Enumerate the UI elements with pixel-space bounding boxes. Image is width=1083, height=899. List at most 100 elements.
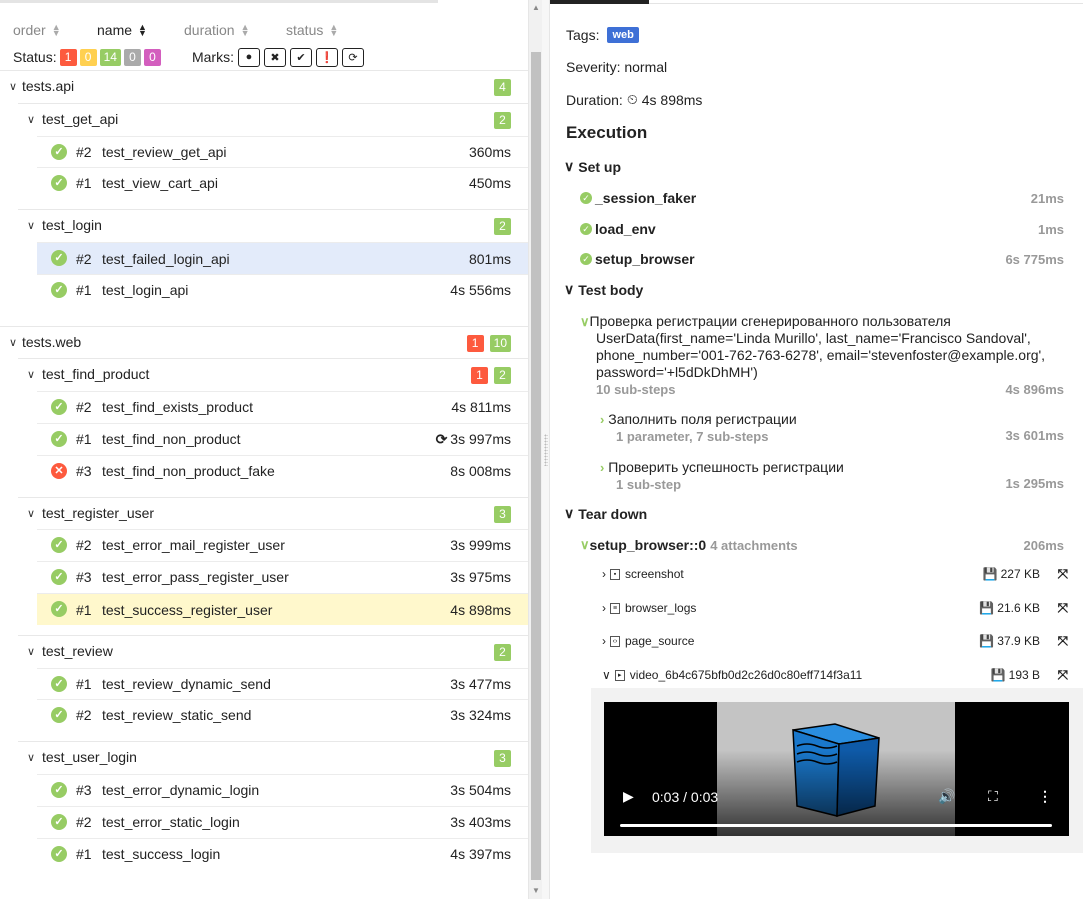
passed-icon: ✓ bbox=[51, 175, 67, 191]
chevron-right-icon: › bbox=[602, 634, 606, 648]
tags-label: Tags: bbox=[566, 27, 600, 43]
check-circle-icon[interactable]: ✔ bbox=[289, 47, 312, 67]
test-row[interactable]: ✓ #2 test_failed_login_api 801ms bbox=[37, 242, 528, 274]
passed-icon: ✓ bbox=[580, 192, 592, 204]
group-test-user-login[interactable]: ∨ test_user_login bbox=[24, 747, 137, 767]
attachment-row[interactable]: › ≡ browser_logs 💾 21.6 KB ⤧ bbox=[602, 598, 1068, 618]
test-row[interactable]: ✓ #2 test_review_get_api 360ms bbox=[37, 136, 528, 167]
passed-icon: ✓ bbox=[51, 814, 67, 830]
pane-splitter[interactable] bbox=[542, 0, 550, 899]
marks-label: Marks: bbox=[191, 49, 234, 65]
execution-title: Execution bbox=[566, 123, 648, 142]
status-broken-toggle[interactable]: 0 bbox=[79, 48, 97, 66]
expand-icon[interactable]: ⤧ bbox=[1058, 667, 1068, 683]
retries-icon: ⟳ bbox=[435, 430, 448, 447]
attachment-row[interactable]: › ‹› page_source 💾 37.9 KB ⤧ bbox=[602, 631, 1068, 651]
body-step[interactable]: ∨Проверка регистрации сгенерированного п… bbox=[580, 313, 1066, 398]
test-row[interactable]: ✓ #3 test_error_pass_register_user 3s 97… bbox=[37, 561, 528, 592]
save-icon[interactable]: 💾 bbox=[979, 634, 994, 648]
group-count-badge: 2 bbox=[494, 112, 511, 129]
sort-status[interactable]: status ▲ ▼ bbox=[286, 20, 338, 40]
teardown-section[interactable]: ∨ Tear down bbox=[564, 505, 647, 522]
status-passed-toggle[interactable]: 14 bbox=[99, 48, 121, 66]
scroll-down-icon[interactable]: ▼ bbox=[532, 886, 540, 895]
group-tests-api[interactable]: ∨ tests.api bbox=[6, 76, 74, 96]
code-file-icon: ‹› bbox=[610, 635, 620, 647]
sub-step[interactable]: › Проверить успешность регистрации 1 sub… bbox=[600, 459, 1066, 493]
passed-icon: ✓ bbox=[51, 431, 67, 447]
attachment-row[interactable]: ∨ ▸ video_6b4c675bfb0d2c26d0c80eff714f3a… bbox=[602, 665, 1068, 685]
expand-icon[interactable]: ⤧ bbox=[1058, 600, 1068, 616]
sort-duration[interactable]: duration ▲ ▼ bbox=[184, 20, 286, 40]
group-failed-badge: 1 bbox=[471, 367, 488, 384]
test-row[interactable]: ✓ #2 test_find_exists_product 4s 811ms bbox=[37, 391, 528, 422]
x-circle-icon[interactable]: ✖ bbox=[263, 47, 286, 67]
test-row[interactable]: ✓ #1 test_find_non_product ⟳ 3s 997ms bbox=[37, 423, 528, 454]
group-test-get-api[interactable]: ∨ test_get_api bbox=[24, 109, 118, 129]
sort-bar: order ▲ ▼ name ▲ ▼ duration ▲ ▼ status ▲ ▼ bbox=[13, 20, 338, 40]
passed-icon: ✓ bbox=[51, 537, 67, 553]
save-icon[interactable]: 💾 bbox=[979, 601, 994, 615]
sort-order[interactable]: order ▲ ▼ bbox=[13, 20, 97, 40]
scrollbar-thumb[interactable] bbox=[531, 52, 541, 880]
passed-icon: ✓ bbox=[51, 250, 67, 266]
setup-step[interactable]: ✓ load_env 1ms bbox=[580, 219, 1064, 239]
video-progress-bar[interactable] bbox=[620, 824, 1052, 827]
setup-step[interactable]: ✓ setup_browser 6s 775ms bbox=[580, 249, 1064, 269]
test-row[interactable]: ✓ #2 test_error_mail_register_user 3s 99… bbox=[37, 529, 528, 560]
status-failed-toggle[interactable]: 1 bbox=[59, 48, 77, 66]
active-tab-indicator bbox=[550, 0, 649, 4]
volume-icon[interactable]: 🔊 bbox=[938, 788, 955, 805]
test-row[interactable]: ✓ #3 test_error_dynamic_login 3s 504ms bbox=[37, 774, 528, 805]
bomb-icon[interactable]: ● bbox=[237, 47, 260, 67]
group-test-login[interactable]: ∨ test_login bbox=[24, 215, 102, 235]
test-row[interactable]: ✓ #1 test_login_api 4s 556ms bbox=[37, 274, 528, 305]
test-row[interactable]: ✕ #3 test_find_non_product_fake 8s 008ms bbox=[37, 455, 528, 486]
group-test-find-product[interactable]: ∨ test_find_product bbox=[24, 364, 149, 384]
passed-icon: ✓ bbox=[51, 707, 67, 723]
test-row[interactable]: ✓ #1 test_view_cart_api 450ms bbox=[37, 167, 528, 198]
play-icon[interactable]: ▶ bbox=[623, 788, 634, 805]
test-row[interactable]: ✓ #1 test_success_register_user 4s 898ms bbox=[37, 593, 528, 625]
attachment-row[interactable]: › ▪ screenshot 💾 227 KB ⤧ bbox=[602, 564, 1068, 584]
scroll-up-icon[interactable]: ▲ bbox=[532, 3, 540, 12]
fullscreen-icon[interactable]: ⛶ bbox=[988, 788, 998, 805]
chevron-down-icon: ∨ bbox=[26, 645, 36, 658]
chevron-down-icon: ∨ bbox=[8, 336, 18, 349]
save-icon[interactable]: 💾 bbox=[991, 668, 1006, 682]
sort-caret-icon: ▲ ▼ bbox=[329, 22, 339, 38]
chevron-right-icon: › bbox=[600, 460, 605, 475]
save-icon[interactable]: 💾 bbox=[983, 567, 998, 581]
sort-caret-icon: ▲ ▼ bbox=[51, 22, 61, 38]
setup-step[interactable]: ✓ _session_faker 21ms bbox=[580, 188, 1064, 208]
more-options-icon[interactable]: ⋮ bbox=[1038, 788, 1052, 805]
video-player[interactable]: ▶ 0:03 / 0:03 🔊 ⛶ ⋮ bbox=[604, 702, 1069, 836]
test-row[interactable]: ✓ #1 test_review_dynamic_send 3s 477ms bbox=[37, 668, 528, 699]
test-row[interactable]: ✓ #2 test_review_static_send 3s 324ms bbox=[37, 699, 528, 730]
group-test-register-user[interactable]: ∨ test_register_user bbox=[24, 503, 154, 523]
exclamation-circle-icon[interactable]: ❗ bbox=[315, 47, 338, 67]
sort-name[interactable]: name ▲ ▼ bbox=[97, 20, 184, 40]
group-count-badge: 2 bbox=[494, 644, 511, 661]
failed-icon: ✕ bbox=[51, 463, 67, 479]
passed-icon: ✓ bbox=[51, 601, 67, 617]
expand-icon[interactable]: ⤧ bbox=[1058, 633, 1068, 649]
group-tests-web[interactable]: ∨ tests.web bbox=[6, 332, 81, 352]
chevron-down-icon: ∨ bbox=[26, 219, 36, 232]
passed-icon: ✓ bbox=[51, 782, 67, 798]
status-skipped-toggle[interactable]: 0 bbox=[123, 48, 141, 66]
refresh-icon[interactable]: ⟳ bbox=[341, 47, 364, 67]
setup-section[interactable]: ∨ Set up bbox=[564, 158, 621, 175]
teardown-step[interactable]: ∨ setup_browser::0 4 attachments 206ms bbox=[580, 535, 1064, 555]
test-row[interactable]: ✓ #2 test_error_static_login 3s 403ms bbox=[37, 806, 528, 837]
status-unknown-toggle[interactable]: 0 bbox=[143, 48, 161, 66]
test-body-section[interactable]: ∨ Test body bbox=[564, 281, 643, 298]
group-test-review[interactable]: ∨ test_review bbox=[24, 641, 113, 661]
drag-handle-icon[interactable] bbox=[544, 434, 548, 466]
test-row[interactable]: ✓ #1 test_success_login 4s 397ms bbox=[37, 838, 528, 869]
sub-step[interactable]: › Заполнить поля регистрации 1 parameter… bbox=[600, 411, 1066, 445]
tree-scrollbar[interactable]: ▲ ▼ bbox=[528, 0, 542, 899]
video-file-icon: ▸ bbox=[614, 669, 625, 681]
sort-caret-icon: ▲ ▼ bbox=[240, 22, 250, 38]
expand-icon[interactable]: ⤧ bbox=[1058, 566, 1068, 582]
